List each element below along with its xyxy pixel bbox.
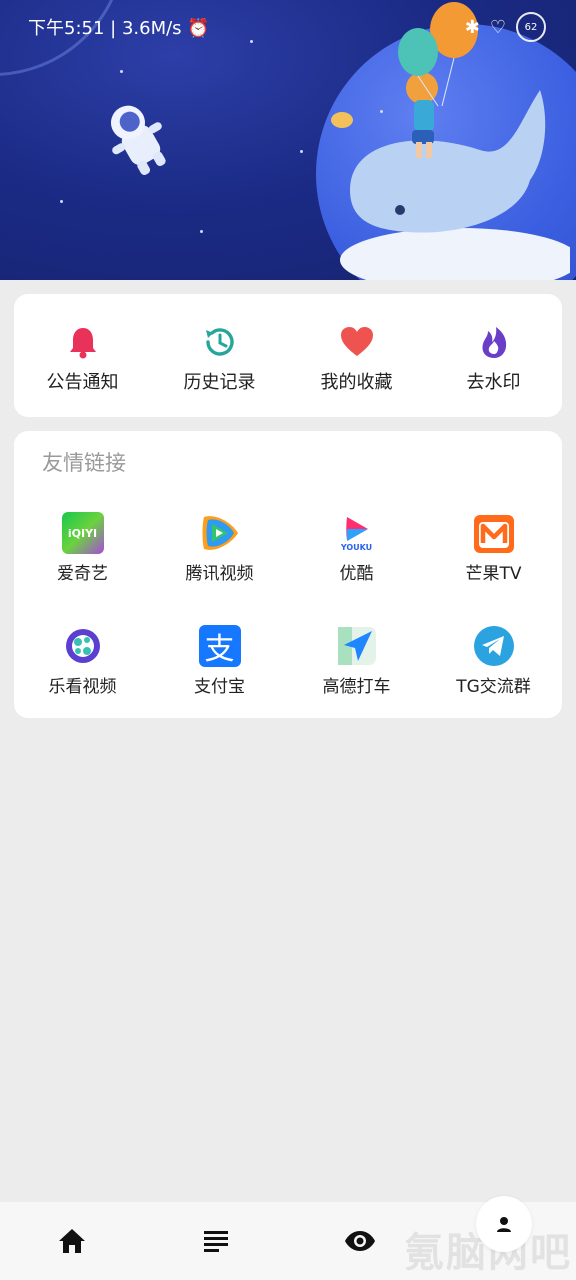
link-label-alipay: 支付宝 [194, 677, 245, 697]
astronaut-illustration [111, 105, 166, 175]
status-bar: 下午5:51 | 3.6M/s ⏰ ✱ ♡ 62 [0, 0, 576, 52]
link-label-youku: 优酷 [339, 564, 374, 584]
links-grid: iQIYI 爱奇艺 腾讯视频 YOUKU 优酷 芒果TV 乐看视频 支 支付宝 … [14, 511, 562, 697]
alarm-icon: ⏰ [187, 18, 210, 39]
quick-item-history[interactable]: 历史记录 [151, 294, 288, 417]
iqiyi-icon: iQIYI [61, 511, 105, 555]
links-title: 友情链接 [42, 451, 126, 475]
link-youku[interactable]: YOUKU 优酷 [288, 511, 425, 584]
link-label-mango-tv: 芒果TV [465, 564, 522, 584]
youku-icon: YOUKU [335, 511, 379, 555]
link-lekan[interactable]: 乐看视频 [14, 624, 151, 697]
status-divider: | [110, 18, 122, 39]
tencent-video-icon [198, 511, 242, 555]
bluetooth-icon: ✱ [464, 16, 480, 38]
flame-icon [481, 327, 506, 358]
link-telegram[interactable]: TG交流群 [425, 624, 562, 697]
friendly-links-card: 友情链接 iQIYI 爱奇艺 腾讯视频 YOUKU 优酷 芒果TV 乐看视频 支… [14, 431, 562, 718]
quick-item-announcements[interactable]: 公告通知 [14, 294, 151, 417]
iqiyi-logo-text: iQIYI [61, 512, 104, 554]
amap-icon [335, 624, 379, 668]
link-mango-tv[interactable]: 芒果TV [425, 511, 562, 584]
quick-label-announcements: 公告通知 [46, 372, 119, 393]
link-iqiyi[interactable]: iQIYI 爱奇艺 [14, 511, 151, 584]
quick-label-watermark: 去水印 [466, 372, 521, 393]
status-right: ✱ ♡ 62 [465, 12, 546, 42]
home-tab[interactable] [32, 1202, 112, 1280]
battery-indicator: 62 [516, 12, 546, 42]
eye-tab[interactable] [320, 1202, 400, 1280]
link-tencent-video[interactable]: 腾讯视频 [151, 511, 288, 584]
mango-tv-icon [472, 511, 516, 555]
profile-tab[interactable] [476, 1196, 532, 1252]
link-label-tencent-video: 腾讯视频 [185, 564, 254, 584]
history-icon [205, 328, 234, 356]
link-label-iqiyi: 爱奇艺 [57, 564, 108, 584]
link-label-lekan: 乐看视频 [48, 677, 117, 697]
alipay-logo-text: 支 [198, 625, 241, 667]
telegram-icon [472, 624, 516, 668]
status-speed: 3.6M/s [121, 18, 182, 39]
header-banner: 下午5:51 | 3.6M/s ⏰ ✱ ♡ 62 [0, 0, 576, 280]
list-tab[interactable] [176, 1202, 256, 1280]
quick-label-favorites: 我的收藏 [320, 372, 393, 393]
lekan-icon [61, 624, 105, 668]
coin-illustration [331, 112, 353, 128]
quick-item-watermark[interactable]: 去水印 [425, 294, 562, 417]
link-label-telegram: TG交流群 [456, 677, 531, 697]
link-label-amap: 高德打车 [322, 677, 391, 697]
link-alipay[interactable]: 支 支付宝 [151, 624, 288, 697]
home-icon [59, 1229, 85, 1253]
status-time: 下午5:51 [28, 18, 105, 39]
heart-icon [340, 327, 373, 356]
youku-logo-text: YOUKU [340, 542, 373, 552]
bell-icon [69, 328, 96, 359]
alipay-icon: 支 [198, 624, 242, 668]
status-left: 下午5:51 | 3.6M/s ⏰ [28, 14, 210, 40]
heart-outline-icon: ♡ [489, 16, 506, 38]
quick-label-history: 历史记录 [183, 372, 256, 393]
quick-item-favorites[interactable]: 我的收藏 [288, 294, 425, 417]
list-icon [204, 1231, 228, 1252]
profile-icon [497, 1217, 511, 1232]
quick-actions-card: 公告通知 历史记录 我的收藏 去水印 [14, 294, 562, 417]
link-amap[interactable]: 高德打车 [288, 624, 425, 697]
eye-icon [345, 1231, 375, 1251]
